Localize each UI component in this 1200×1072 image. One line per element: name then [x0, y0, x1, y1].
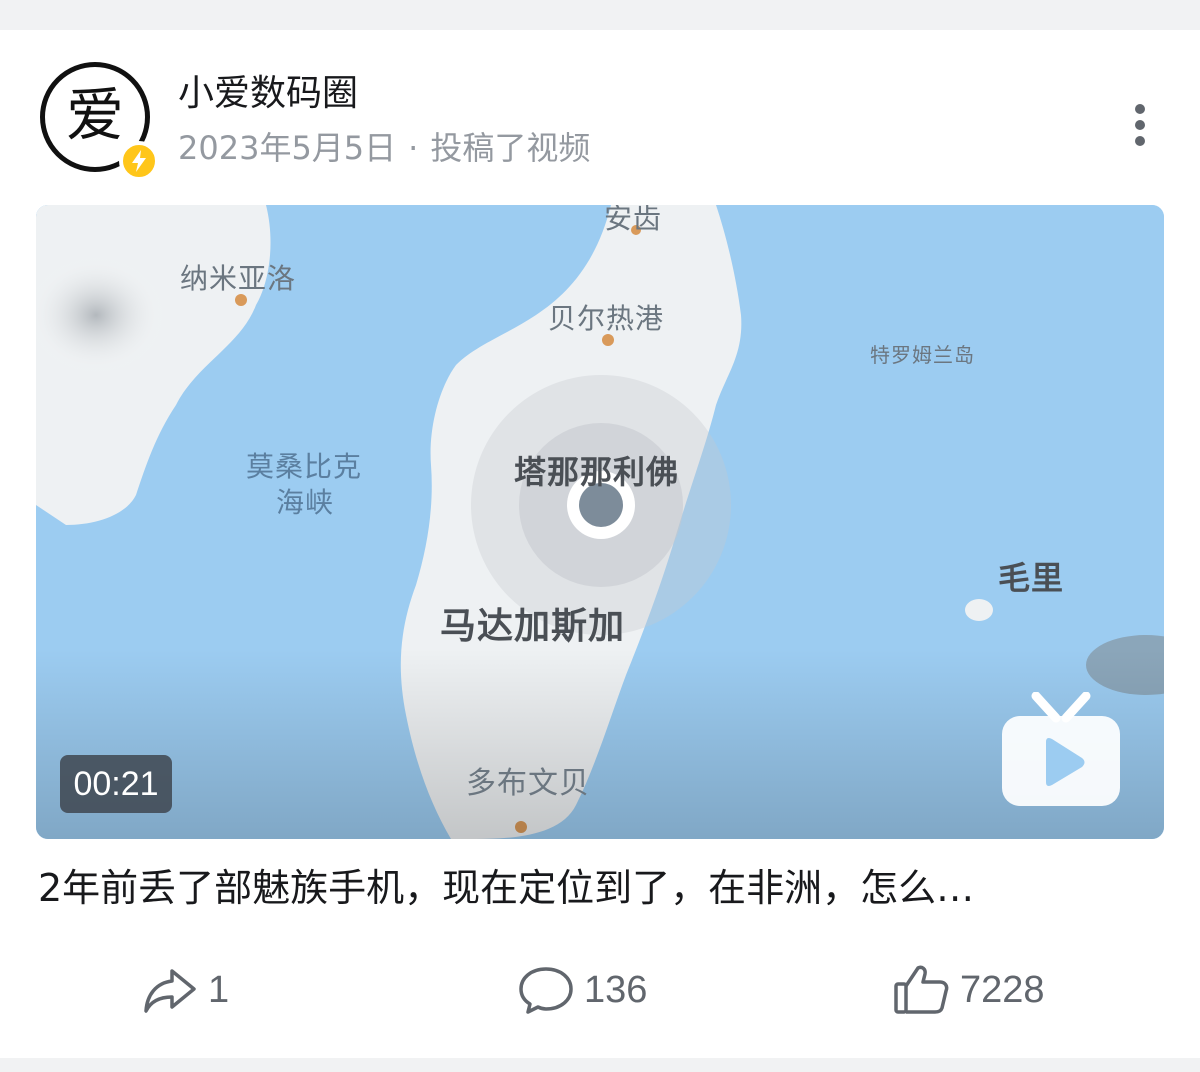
post-date: 2023年5月5日 — [178, 129, 397, 167]
map-label-channel-1: 莫桑比克 — [246, 450, 363, 483]
video-thumbnail[interactable]: 安齿 纳米亚洛 贝尔热港 特罗姆兰岛 莫桑比克 海峡 塔那那利佛 马达加斯加 毛… — [36, 205, 1164, 839]
share-count: 1 — [208, 968, 230, 1011]
author-name[interactable]: 小爱数码圈 — [178, 72, 358, 116]
map-label-mauritius: 毛里 — [998, 559, 1065, 597]
avatar-char: 爱 — [65, 81, 124, 149]
map-label-top: 安齿 — [604, 205, 663, 235]
map-label-namie: 纳米亚洛 — [180, 262, 297, 295]
share-button[interactable]: 1 — [142, 960, 229, 1020]
tv-play-icon[interactable] — [998, 692, 1124, 810]
post-title[interactable]: 2年前丢了部魅族手机，现在定位到了，在非洲，怎么… — [38, 862, 1162, 914]
post-meta: 2023年5月5日 · 投稿了视频 — [178, 126, 590, 170]
map-label-tromelin: 特罗姆兰岛 — [870, 343, 975, 367]
more-vertical-icon[interactable] — [1120, 100, 1160, 150]
like-count: 7228 — [960, 968, 1045, 1011]
comment-count: 136 — [584, 968, 648, 1011]
thumbs-up-icon — [894, 965, 949, 1014]
comment-icon — [519, 967, 573, 1014]
share-icon — [144, 969, 196, 1013]
video-duration: 00:21 — [60, 755, 172, 813]
map-label-capital: 塔那那利佛 — [514, 453, 680, 491]
map-label-city: 贝尔热港 — [548, 302, 665, 335]
map-label-country: 马达加斯加 — [440, 606, 626, 647]
post-action-text: 投稿了视频 — [430, 129, 591, 167]
meta-separator: · — [408, 129, 419, 167]
map-label-south-city: 多布文贝 — [466, 766, 590, 801]
action-bar: 1 136 7228 — [0, 960, 1200, 1020]
map-label-channel-2: 海峡 — [276, 486, 335, 519]
comment-button[interactable]: 136 — [518, 960, 647, 1020]
like-button[interactable]: 7228 — [892, 960, 1045, 1020]
lightning-badge-icon — [119, 141, 159, 181]
